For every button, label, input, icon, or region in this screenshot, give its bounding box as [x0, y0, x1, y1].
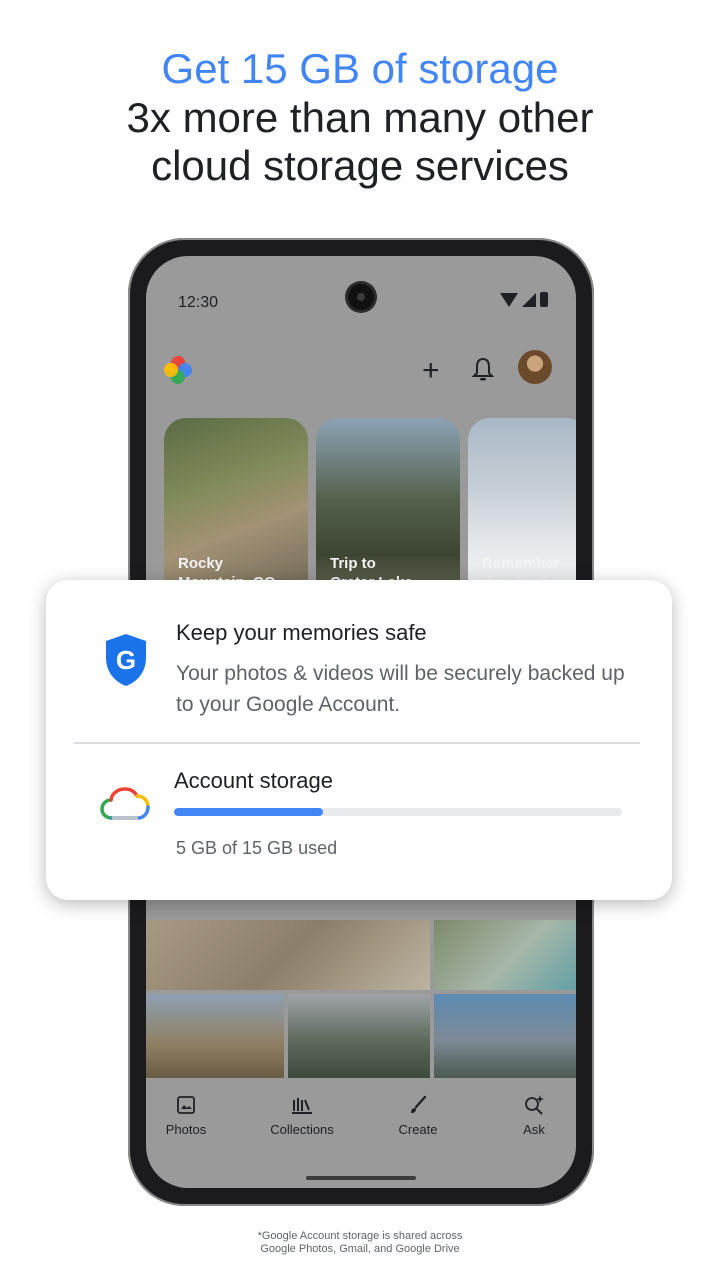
photo-thumbnail[interactable]	[146, 994, 284, 1078]
create-icon	[411, 1095, 427, 1113]
nav-label: Ask	[523, 1122, 545, 1137]
headline-line-1: Get 15 GB of storage	[161, 45, 559, 92]
memory-caption-line: Rocky	[178, 555, 224, 572]
storage-progress-bar	[174, 808, 622, 816]
headline-line-2: 3x more than many other	[126, 94, 594, 141]
storage-progress-fill	[174, 808, 324, 816]
svg-text:G: G	[116, 645, 136, 675]
avatar[interactable]	[518, 350, 552, 384]
status-icons	[500, 292, 548, 307]
safe-title: Keep your memories safe	[176, 620, 427, 645]
photo-thumbnail[interactable]	[288, 994, 430, 1078]
storage-title: Account storage	[174, 768, 333, 793]
home-indicator[interactable]	[306, 1176, 416, 1180]
memory-card-crater-lake[interactable]: Trip to Crater Lake	[316, 418, 460, 600]
divider	[74, 742, 640, 744]
footnote: *Google Account storage is shared across…	[0, 1230, 720, 1256]
status-time: 12:30	[178, 294, 219, 311]
photo-thumbnail[interactable]	[434, 920, 576, 990]
nav-item-photos[interactable]: Photos	[146, 1090, 236, 1137]
footnote-line-2: Google Photos, Gmail, and Google Drive	[260, 1243, 460, 1255]
safe-description: Your photos & videos will be securely ba…	[176, 662, 625, 716]
bottom-navigation: Photos Collections Create Ask	[146, 1090, 576, 1160]
storage-used-text: 5 GB of 15 GB used	[176, 838, 338, 858]
memory-caption-line: Trip to	[330, 555, 376, 572]
battery-icon	[540, 292, 548, 307]
add-icon[interactable]: +	[422, 356, 440, 386]
photo-thumbnail[interactable]	[434, 994, 576, 1078]
google-photos-logo-icon	[164, 356, 192, 384]
bell-icon[interactable]	[472, 356, 494, 382]
promo-headline: Get 15 GB of storage 3x more than many o…	[0, 44, 720, 190]
photos-icon	[177, 1096, 195, 1114]
nav-label: Collections	[270, 1122, 334, 1137]
google-shield-icon: G	[106, 634, 146, 686]
footnote-line-1: *Google Account storage is shared across	[257, 1230, 463, 1242]
nav-item-ask[interactable]: Ask	[484, 1090, 576, 1137]
photo-thumbnail[interactable]	[146, 920, 430, 990]
memory-card-rocky-mountain[interactable]: Rocky Mountain, CO	[164, 418, 308, 600]
nav-label: Create	[398, 1122, 438, 1137]
wifi-icon	[500, 292, 518, 307]
ask-icon	[525, 1095, 544, 1115]
memory-card-remember-this-day[interactable]: Remember this day?	[468, 418, 576, 600]
front-camera	[348, 284, 374, 310]
signal-icon	[522, 292, 536, 307]
nav-label: Photos	[165, 1122, 207, 1137]
nav-item-collections[interactable]: Collections	[252, 1090, 352, 1137]
storage-info-card: G Keep your memories safe Your photos & …	[46, 580, 672, 900]
memory-caption-line: Remember	[482, 555, 560, 572]
collections-icon	[292, 1098, 312, 1114]
headline-line-3: cloud storage services	[151, 142, 569, 189]
nav-item-create[interactable]: Create	[368, 1090, 468, 1137]
google-cloud-icon	[100, 787, 150, 820]
